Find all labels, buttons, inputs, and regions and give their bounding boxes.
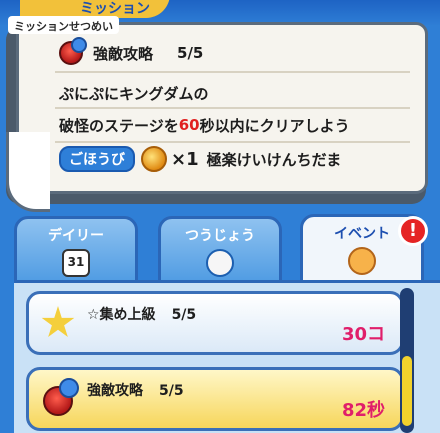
list-item-value: 82秒 [341, 400, 385, 421]
flag-icon [206, 249, 234, 277]
card-spine [6, 132, 50, 212]
flag-icon [348, 247, 376, 275]
mission-name: 強敵攻略 [93, 44, 154, 63]
calendar-icon: 31 [62, 249, 90, 277]
divider [55, 141, 410, 143]
list-item-value: 30コ [341, 324, 385, 345]
enemy-icon [43, 378, 79, 416]
list-item[interactable]: ☆集め上級 5/5 30コ [26, 291, 404, 355]
experience-gem-icon [141, 146, 167, 172]
scroll-thumb[interactable] [402, 356, 412, 426]
scrollbar[interactable] [400, 288, 414, 433]
description-line-1: ぷにぷにキングダムの [59, 79, 209, 107]
mission-detail-card: 強敵攻略 5/5 ぷにぷにキングダムの 破怪のステージを 60 秒以内にクリアし… [6, 22, 440, 212]
mission-description-label: ミッションせつめい [8, 16, 119, 34]
mission-list: ☆集め上級 5/5 30コ 強敵攻略 5/5 82秒 [14, 280, 440, 433]
mission-title-row: 強敵攻略 5/5 [59, 37, 204, 67]
list-item-progress: 5/5 [171, 307, 197, 323]
enemy-icon [59, 37, 87, 65]
list-item-name: ☆集め上級 [87, 307, 156, 323]
description-text-1: ぷにぷにキングダムの [59, 84, 209, 103]
reward-row: ごほうび ×1 極楽けいけんちだま [59, 145, 341, 173]
divider [55, 71, 410, 73]
description-line-2: 破怪のステージを 60 秒以内にクリアしよう [59, 111, 350, 139]
card-page: 強敵攻略 5/5 ぷにぷにキングダムの 破怪のステージを 60 秒以内にクリアし… [16, 22, 428, 194]
reward-item-name: 極楽けいけんちだま [206, 150, 342, 169]
list-item-progress: 5/5 [159, 383, 184, 399]
reward-multiplier: ×1 [171, 148, 199, 170]
mission-tabs-area: デイリー 31 つうじょう イベント ! ☆集め上級 5/5 30コ 強敵攻略 5/… [0, 210, 440, 433]
list-item[interactable]: 強敵攻略 5/5 82秒 [26, 367, 404, 431]
alert-badge: ! [398, 216, 428, 246]
tab-normal[interactable]: つうじょう [158, 216, 282, 288]
tab-daily[interactable]: デイリー 31 [14, 216, 138, 288]
reward-badge: ごほうび [59, 146, 135, 172]
tab-normal-label: つうじょう [185, 228, 255, 244]
description-text-2a: 破怪のステージを [59, 116, 179, 135]
description-text-2b: 秒以内にクリアしよう [199, 116, 350, 135]
time-limit-number: 60 [178, 116, 200, 134]
list-item-label: 強敵攻略 5/5 [87, 380, 184, 400]
divider [55, 107, 410, 109]
mission-progress: 5/5 [177, 44, 204, 62]
list-item-name: 強敵攻略 [87, 383, 143, 399]
list-item-label: ☆集め上級 5/5 [87, 304, 196, 324]
star-icon [41, 306, 75, 337]
tab-daily-label: デイリー [48, 228, 104, 244]
tab-event-label: イベント [334, 226, 390, 242]
